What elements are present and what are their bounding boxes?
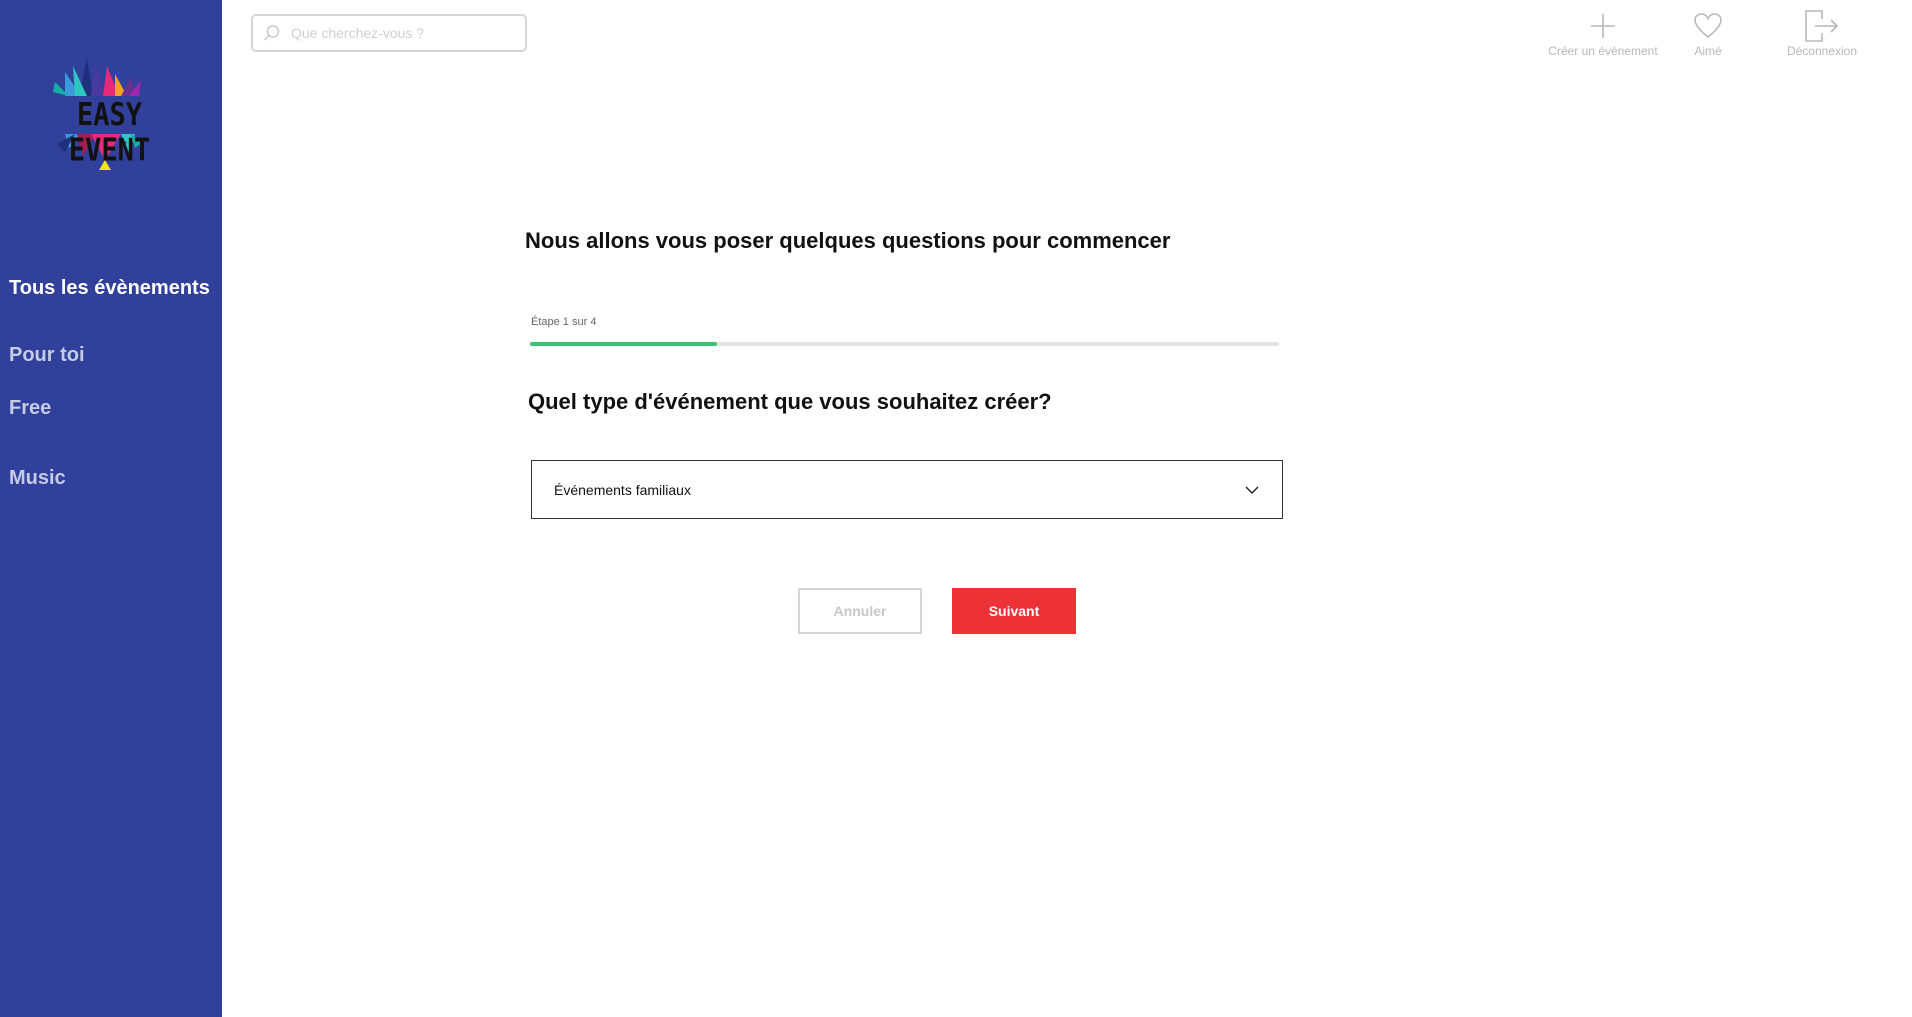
event-type-selected-value: Événements familiaux <box>554 481 691 498</box>
search-input[interactable] <box>289 24 513 42</box>
progress-bar-fill <box>530 342 718 346</box>
easy-event-logo[interactable]: EASY EVENT <box>35 52 185 182</box>
sidebar-item-tous-les-evenements[interactable]: Tous les évènements <box>9 277 210 300</box>
sidebar-item-free[interactable]: Free <box>9 397 51 420</box>
create-event-label: Créer un évènement <box>1548 44 1658 58</box>
chevron-down-icon <box>1245 486 1259 494</box>
liked-label: Aimé <box>1694 44 1722 58</box>
question-title: Quel type d'événement que vous souhaitez… <box>528 389 1052 414</box>
step-indicator: Étape 1 sur 4 <box>531 316 597 328</box>
search-bar[interactable] <box>251 14 527 52</box>
logo-text: EASY EVENT <box>68 97 151 169</box>
search-icon <box>263 25 280 41</box>
next-button[interactable]: Suivant <box>952 588 1076 634</box>
cancel-button[interactable]: Annuler <box>798 588 922 634</box>
logout-icon <box>1805 10 1839 42</box>
logout-button[interactable]: Déconnexion <box>1768 10 1876 58</box>
heart-icon <box>1694 13 1722 39</box>
liked-button[interactable]: Aimé <box>1673 10 1743 58</box>
event-type-select[interactable]: Événements familiaux <box>531 460 1283 519</box>
progress-bar <box>530 342 1279 346</box>
create-event-button[interactable]: Créer un évènement <box>1538 10 1668 58</box>
plus-icon <box>1591 14 1615 38</box>
wizard-intro-title: Nous allons vous poser quelques question… <box>525 228 1171 253</box>
sidebar-item-music[interactable]: Music <box>9 467 66 490</box>
sidebar: EASY EVENT Tous les évènements Pour toi … <box>0 0 222 1017</box>
sidebar-item-pour-toi[interactable]: Pour toi <box>9 344 85 367</box>
logout-label: Déconnexion <box>1786 44 1858 58</box>
